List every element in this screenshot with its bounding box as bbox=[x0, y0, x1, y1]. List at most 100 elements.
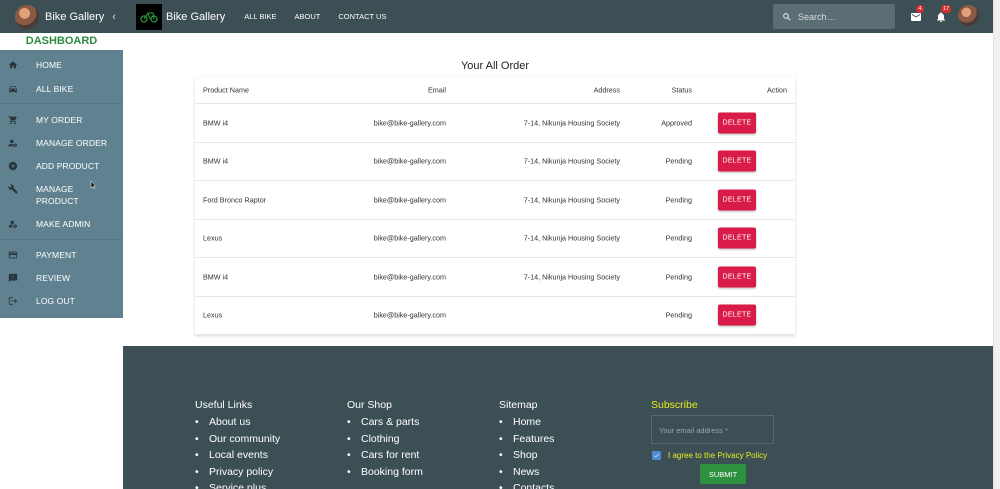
nav-item-label: HOME bbox=[36, 60, 62, 70]
email-field[interactable]: Your email address * bbox=[651, 415, 774, 444]
header-address: Address bbox=[593, 85, 620, 95]
avatar[interactable] bbox=[15, 4, 39, 29]
nav-item-label: ALL BIKE bbox=[36, 84, 74, 94]
nav-item-add-product[interactable]: ADD PRODUCT bbox=[0, 159, 123, 173]
cell-product: BMW i4 bbox=[203, 156, 229, 166]
footer-link[interactable]: Local events bbox=[195, 447, 280, 464]
logout-icon bbox=[6, 294, 20, 308]
cell-status: Pending bbox=[665, 195, 692, 205]
brand-title[interactable]: Bike Gallery bbox=[166, 11, 225, 23]
delete-button[interactable]: DELETE bbox=[718, 150, 756, 172]
footer-link[interactable]: Shop bbox=[499, 447, 554, 464]
cell-email: bike@bike-gallery.com bbox=[373, 156, 446, 166]
dashboard-label: DASHBOARD bbox=[0, 33, 123, 50]
search-placeholder: Search… bbox=[798, 11, 836, 22]
scrollbar[interactable] bbox=[993, 0, 1000, 489]
table-header: Product Name Email Address Status Action bbox=[195, 77, 795, 104]
delete-button[interactable]: DELETE bbox=[718, 112, 756, 134]
footer-link[interactable]: Contacts bbox=[499, 480, 554, 489]
orders-table: Product Name Email Address Status Action… bbox=[195, 77, 795, 335]
footer-sitemap: Sitemap Home Features Shop News Contacts bbox=[499, 399, 554, 489]
nav-item-label: MAKE ADMIN bbox=[36, 219, 91, 229]
cell-product: Lexus bbox=[203, 310, 223, 320]
notifications-button[interactable]: 17 bbox=[935, 5, 952, 22]
page-title: Your All Order bbox=[460, 60, 530, 72]
cell-address: 7-14, Nikunja Housing Society bbox=[523, 118, 620, 128]
privacy-agreement: I agree to the Privacy Policy bbox=[651, 451, 774, 460]
cell-email: bike@bike-gallery.com bbox=[373, 233, 446, 243]
cell-product: BMW i4 bbox=[203, 272, 229, 282]
mouse-cursor-icon bbox=[90, 181, 97, 190]
avatar[interactable] bbox=[958, 5, 979, 26]
footer-link[interactable]: Booking form bbox=[347, 464, 423, 481]
car-icon bbox=[6, 82, 20, 96]
footer-our-shop: Our Shop Cars & parts Clothing Cars for … bbox=[347, 399, 423, 480]
footer-link[interactable]: Service plus bbox=[195, 480, 280, 489]
nav-link-contact[interactable]: CONTACT US bbox=[338, 12, 386, 21]
delete-button[interactable]: DELETE bbox=[718, 304, 756, 326]
nav-item-make-admin[interactable]: MAKE ADMIN bbox=[0, 217, 123, 231]
table-row: Lexus bike@bike-gallery.com 7-14, Nikunj… bbox=[195, 220, 795, 258]
delete-button[interactable]: DELETE bbox=[718, 189, 756, 211]
footer-link[interactable]: Cars & parts bbox=[347, 414, 423, 431]
cell-address: 7-14, Nikunja Housing Society bbox=[523, 195, 620, 205]
nav-item-all-bike[interactable]: ALL BIKE bbox=[0, 82, 123, 96]
nav-item-manage-product[interactable]: MANAGE PRODUCT bbox=[0, 182, 123, 207]
footer-useful-links: Useful Links About us Our community Loca… bbox=[195, 399, 280, 489]
nav-item-my-order[interactable]: MY ORDER bbox=[0, 113, 123, 127]
footer-link[interactable]: Clothing bbox=[347, 431, 423, 448]
table-row: Ford Bronco Raptor bike@bike-gallery.com… bbox=[195, 181, 795, 220]
cell-product: Ford Bronco Raptor bbox=[203, 195, 267, 205]
subscribe-heading: Subscribe bbox=[651, 399, 698, 411]
cell-email: bike@bike-gallery.com bbox=[373, 310, 446, 320]
footer: Useful Links About us Our community Loca… bbox=[123, 346, 993, 489]
nav-item-review[interactable]: REVIEW bbox=[0, 271, 123, 285]
footer-link[interactable]: Our community bbox=[195, 431, 280, 448]
header-email: Email bbox=[428, 85, 446, 95]
table-row: BMW i4 bike@bike-gallery.com 7-14, Nikun… bbox=[195, 143, 795, 181]
delete-button[interactable]: DELETE bbox=[718, 227, 756, 249]
nav-item-payment[interactable]: PAYMENT bbox=[0, 248, 123, 262]
footer-heading: Useful Links bbox=[195, 399, 253, 411]
nav-item-manage-order[interactable]: MANAGE ORDER bbox=[0, 136, 123, 150]
table-row: BMW i4 bike@bike-gallery.com 7-14, Nikun… bbox=[195, 104, 795, 143]
footer-link[interactable]: About us bbox=[195, 414, 280, 431]
nav-item-log-out[interactable]: LOG OUT bbox=[0, 294, 123, 308]
agree-checkbox[interactable] bbox=[652, 451, 661, 460]
nav-item-label: PAYMENT bbox=[36, 250, 77, 260]
header-action: Action bbox=[767, 85, 787, 95]
chevron-left-icon[interactable]: ‹ bbox=[112, 11, 116, 23]
search-input[interactable]: Search… bbox=[773, 4, 895, 29]
nav-item-label: ADD PRODUCT bbox=[36, 161, 100, 171]
cell-address: 7-14, Nikunja Housing Society bbox=[523, 156, 620, 166]
review-icon bbox=[6, 271, 20, 285]
cell-address: 7-14, Nikunja Housing Society bbox=[523, 233, 620, 243]
cell-product: BMW i4 bbox=[203, 118, 229, 128]
footer-link[interactable]: Cars for rent bbox=[347, 447, 423, 464]
mail-button[interactable]: 4 bbox=[910, 5, 924, 22]
cell-status: Pending bbox=[665, 272, 692, 282]
nav-link-all-bike[interactable]: ALL BIKE bbox=[244, 12, 276, 21]
agree-label: I agree to the Privacy Policy bbox=[668, 451, 768, 460]
footer-link[interactable]: Privacy policy bbox=[195, 464, 280, 481]
footer-link[interactable]: Features bbox=[499, 431, 554, 448]
nav-item-label: MANAGE PRODUCT bbox=[36, 184, 79, 206]
search-icon bbox=[783, 12, 791, 21]
submit-button[interactable]: SUBMIT bbox=[700, 464, 746, 484]
cell-email: bike@bike-gallery.com bbox=[373, 272, 446, 282]
credit-card-icon bbox=[6, 248, 20, 262]
admin-icon bbox=[6, 217, 20, 231]
nav-item-home[interactable]: HOME bbox=[0, 58, 123, 72]
delete-button[interactable]: DELETE bbox=[718, 266, 756, 288]
brand-logo[interactable] bbox=[136, 3, 162, 30]
cell-status: Approved bbox=[661, 118, 692, 128]
cell-status: Pending bbox=[665, 310, 692, 320]
nav-link-about[interactable]: ABOUT bbox=[295, 12, 321, 21]
home-icon bbox=[6, 58, 20, 72]
footer-link[interactable]: News bbox=[499, 464, 554, 481]
top-app-bar: Bike Gallery ALL BIKE ABOUT CONTACT US S… bbox=[123, 0, 1000, 33]
add-circle-icon bbox=[6, 159, 20, 173]
nav-divider bbox=[0, 239, 123, 240]
footer-link[interactable]: Home bbox=[499, 414, 554, 431]
cell-email: bike@bike-gallery.com bbox=[373, 195, 446, 205]
